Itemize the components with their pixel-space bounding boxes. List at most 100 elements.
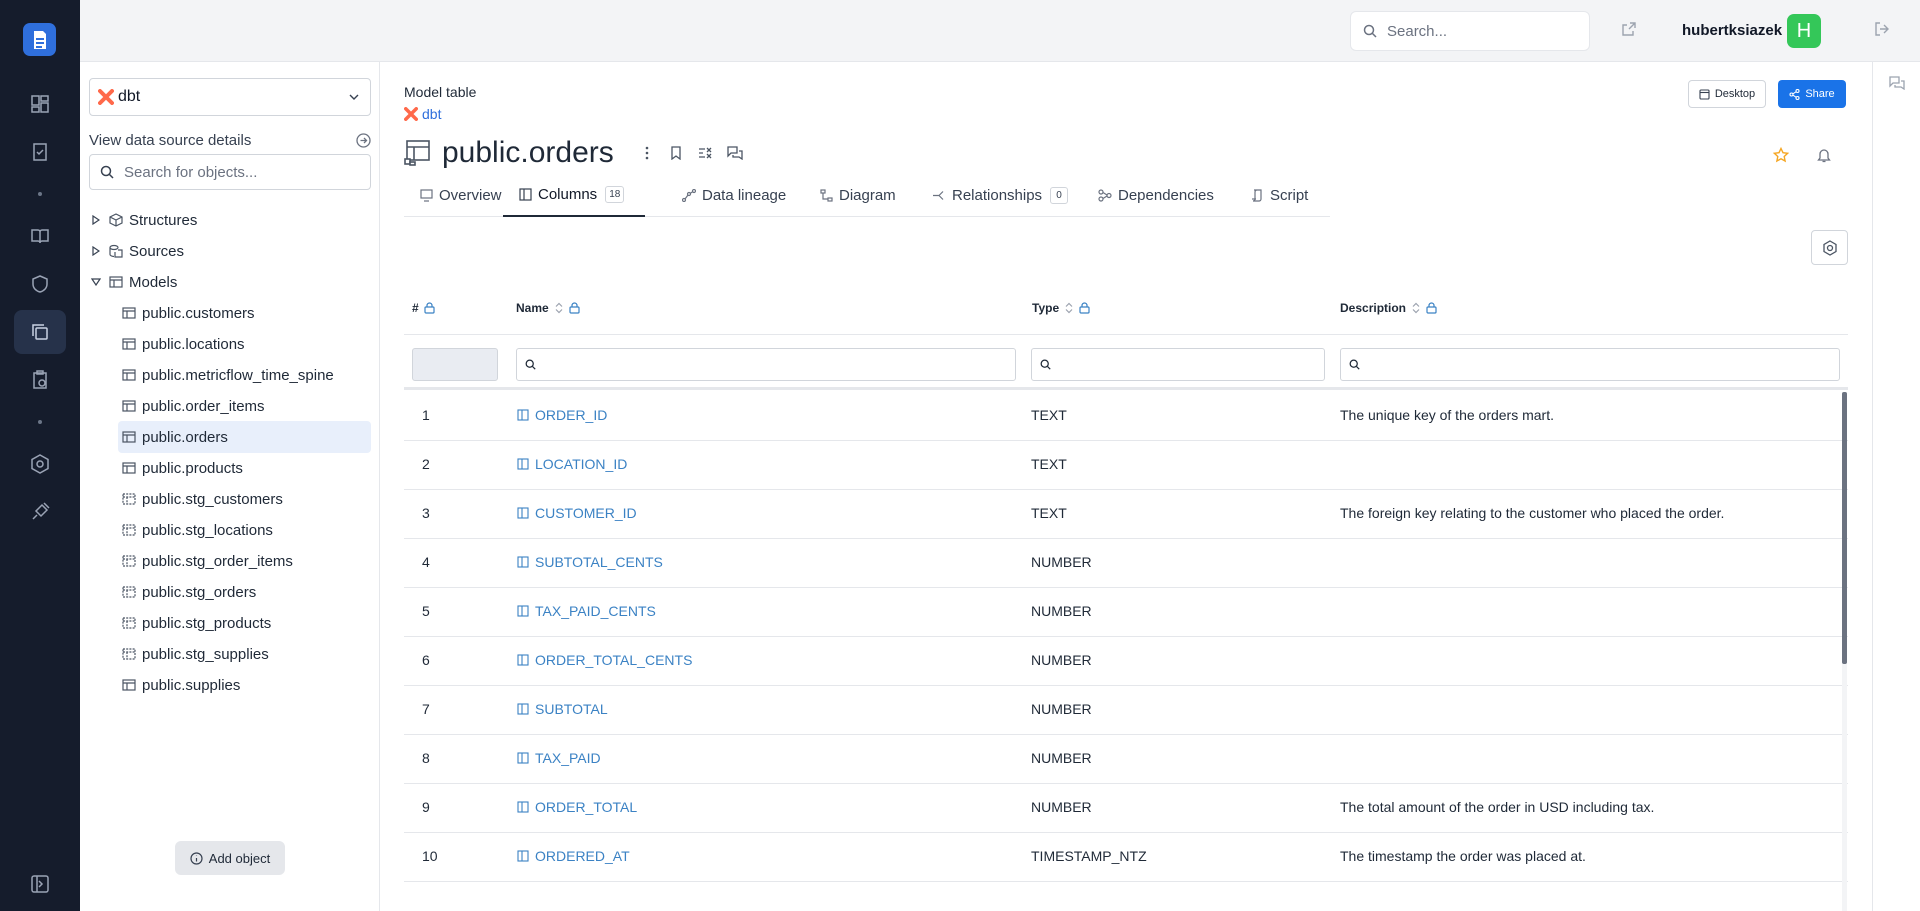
datasource-select[interactable]: dbt [89, 78, 371, 116]
global-search-input[interactable] [1387, 22, 1577, 40]
sort-icon[interactable] [1411, 302, 1421, 314]
expand-triangle-icon[interactable] [89, 215, 103, 225]
cell-name-link[interactable]: LOCATION_ID [517, 456, 627, 472]
description-filter[interactable] [1340, 348, 1840, 381]
table-row[interactable]: 1 ORDER_ID TEXT The unique key of the order… [404, 392, 1848, 441]
cell-num: 4 [422, 554, 430, 570]
expand-triangle-icon[interactable] [89, 246, 103, 256]
tab-data-lineage[interactable]: Data lineage [682, 174, 786, 217]
cell-name-link[interactable]: CUSTOMER_ID [517, 505, 637, 521]
tree-model-item[interactable]: public.orders [118, 421, 371, 453]
clipboard-clock-icon[interactable] [14, 358, 66, 402]
object-search[interactable] [89, 154, 371, 190]
catalog-icon[interactable] [14, 310, 66, 354]
more-vertical-icon[interactable] [640, 146, 654, 160]
type-filter[interactable] [1031, 348, 1325, 381]
table-row[interactable]: 3 CUSTOMER_ID TEXT The foreign key relating… [404, 490, 1848, 539]
tree-model-item[interactable]: public.products [118, 452, 371, 484]
tree-folder-sources[interactable]: Sources [89, 235, 184, 267]
table-row[interactable]: 8 TAX_PAID NUMBER [404, 735, 1848, 784]
table-row[interactable]: 6 ORDER_TOTAL_CENTS NUMBER [404, 637, 1848, 686]
tree-folder-structures[interactable]: Structures [89, 204, 197, 236]
desktop-button[interactable]: Desktop [1688, 80, 1766, 108]
tree-model-item[interactable]: public.supplies [118, 669, 371, 701]
collapse-triangle-icon[interactable] [89, 278, 103, 286]
rail-divider [38, 192, 42, 196]
avatar[interactable]: H [1787, 14, 1821, 48]
column-header-type[interactable]: Type [1032, 301, 1090, 315]
sort-icon[interactable] [554, 302, 564, 314]
quality-shield-icon[interactable] [14, 262, 66, 306]
tree-model-item[interactable]: public.locations [118, 328, 371, 360]
description-filter-input[interactable] [1366, 357, 1783, 372]
column-header-name[interactable]: Name [516, 301, 580, 315]
share-button[interactable]: Share [1778, 80, 1846, 108]
table-row[interactable]: 10 ORDERED_AT TIMESTAMP_NTZ The timestamp t… [404, 833, 1848, 882]
scrollbar-thumb[interactable] [1842, 392, 1847, 664]
tab-label: Overview [439, 187, 502, 204]
plugin-icon[interactable] [14, 490, 66, 534]
column-header-num[interactable]: # [412, 301, 435, 315]
comments-panel-icon[interactable] [1889, 76, 1905, 90]
cell-name-link[interactable]: SUBTOTAL_CENTS [517, 554, 663, 570]
cell-name-link[interactable]: ORDER_TOTAL_CENTS [517, 652, 692, 668]
add-object-button[interactable]: Add object [175, 841, 285, 875]
column-header-description[interactable]: Description [1340, 301, 1437, 315]
username[interactable]: hubertksiazek [1682, 22, 1782, 39]
table-scrollbar[interactable] [1842, 392, 1847, 911]
name-filter-input[interactable] [542, 357, 959, 372]
table-row[interactable]: 2 LOCATION_ID TEXT [404, 441, 1848, 490]
tab-script[interactable]: Script [1251, 174, 1308, 217]
tree-model-item[interactable]: public.stg_orders [118, 576, 371, 608]
tree-model-item[interactable]: public.stg_products [118, 607, 371, 639]
table-row[interactable]: 4 SUBTOTAL_CENTS NUMBER [404, 539, 1848, 588]
table-settings-button[interactable] [1811, 230, 1848, 265]
tab-columns[interactable]: Columns 18 [503, 174, 645, 217]
tab-relationships[interactable]: Relationships 0 [932, 174, 1069, 217]
lock-icon[interactable] [1079, 302, 1090, 314]
bell-icon[interactable] [1817, 148, 1831, 163]
cell-name-link[interactable]: ORDERED_AT [517, 848, 630, 864]
lock-icon[interactable] [424, 302, 435, 314]
table-row[interactable]: 9 ORDER_TOTAL NUMBER The total amount of th… [404, 784, 1848, 833]
tree-model-item[interactable]: public.metricflow_time_spine [118, 359, 371, 391]
name-filter[interactable] [516, 348, 1016, 381]
lock-icon[interactable] [569, 302, 580, 314]
tab-dependencies[interactable]: Dependencies [1098, 174, 1214, 217]
type-filter-input[interactable] [1057, 357, 1299, 372]
collapse-sidebar-icon[interactable] [14, 862, 66, 906]
tree-model-item[interactable]: public.stg_order_items [118, 545, 371, 577]
tree-model-item[interactable]: public.customers [118, 297, 371, 329]
tab-diagram[interactable]: Diagram [820, 174, 896, 217]
tree-model-item[interactable]: public.stg_supplies [118, 638, 371, 670]
cell-name-link[interactable]: TAX_PAID_CENTS [517, 603, 656, 619]
table-row[interactable]: 5 TAX_PAID_CENTS NUMBER [404, 588, 1848, 637]
cell-name-link[interactable]: TAX_PAID [517, 750, 601, 766]
tasks-icon[interactable] [14, 130, 66, 174]
sort-icon[interactable] [1064, 302, 1074, 314]
settings-hex-icon[interactable] [14, 442, 66, 486]
cell-name-link[interactable]: ORDER_ID [517, 407, 607, 423]
app-logo-icon[interactable] [23, 23, 56, 56]
favorite-star-icon[interactable] [1773, 147, 1789, 163]
source-link[interactable]: dbt [404, 106, 441, 122]
view-datasource-details-link[interactable]: View data source details [89, 132, 371, 149]
tree-folder-models[interactable]: Models [89, 266, 177, 298]
global-search[interactable] [1350, 11, 1590, 51]
cell-name-link[interactable]: SUBTOTAL [517, 701, 608, 717]
tree-model-item[interactable]: public.order_items [118, 390, 371, 422]
tree-model-item[interactable]: public.stg_customers [118, 483, 371, 515]
comments-icon[interactable] [727, 146, 743, 160]
compare-icon[interactable] [698, 146, 712, 160]
table-row[interactable]: 7 SUBTOTAL NUMBER [404, 686, 1848, 735]
external-link-icon[interactable] [1621, 21, 1637, 37]
tab-overview[interactable]: Overview [420, 174, 502, 217]
dashboard-icon[interactable] [14, 82, 66, 126]
tree-model-item[interactable]: public.stg_locations [118, 514, 371, 546]
cell-name-link[interactable]: ORDER_TOTAL [517, 799, 637, 815]
bookmark-icon[interactable] [669, 146, 683, 160]
logout-icon[interactable] [1874, 21, 1890, 37]
glossary-icon[interactable] [14, 214, 66, 258]
lock-icon[interactable] [1426, 302, 1437, 314]
object-search-input[interactable] [124, 163, 364, 181]
